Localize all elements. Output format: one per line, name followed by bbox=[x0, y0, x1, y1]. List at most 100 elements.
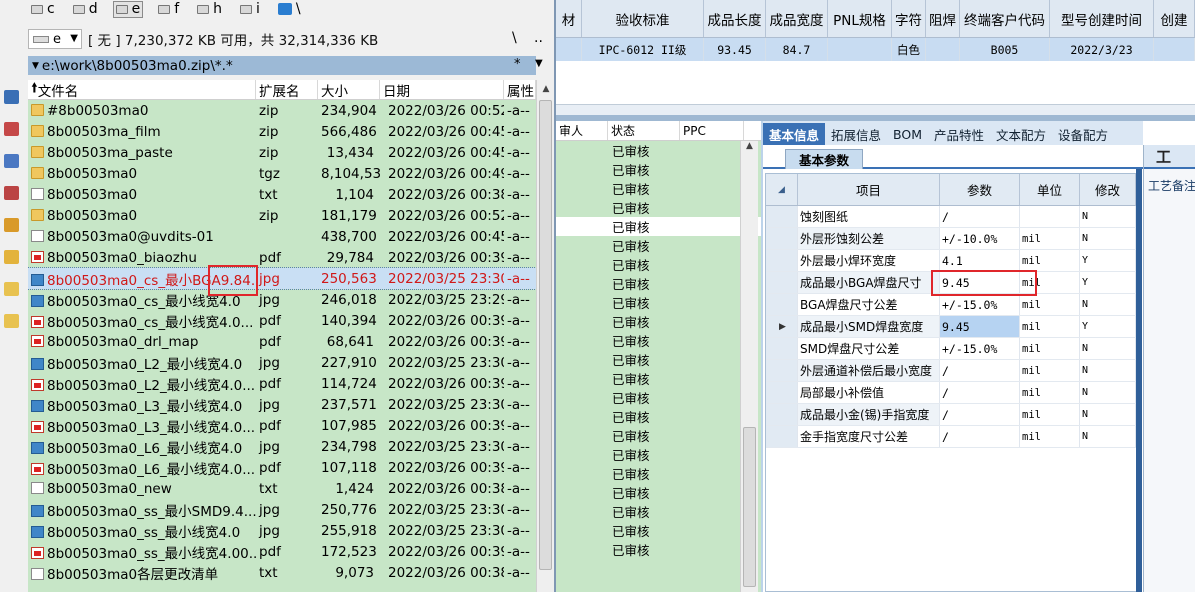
param-modify-flag[interactable]: N bbox=[1080, 228, 1136, 249]
file-row[interactable]: 8b00503ma0 tgz 8,104,538 2022/03/26 00:49-a… bbox=[28, 163, 536, 184]
review-list-scrollbar[interactable]: ▲ bbox=[740, 141, 758, 592]
file-row[interactable]: 8b00503ma_film zip 566,486 2022/03/26 00:45… bbox=[28, 121, 536, 142]
param-modify-flag[interactable]: Y bbox=[1080, 272, 1136, 293]
param-value[interactable]: 4.1 bbox=[940, 250, 1020, 271]
param-value[interactable]: +/-15.0% bbox=[940, 338, 1020, 359]
tab-4[interactable]: 文本配方 bbox=[990, 123, 1052, 145]
drive-button-3[interactable]: f bbox=[155, 1, 182, 18]
tab-2[interactable]: BOM bbox=[887, 123, 928, 145]
list-item[interactable]: 已审核 bbox=[556, 141, 761, 160]
tab-1[interactable]: 拓展信息 bbox=[825, 123, 887, 145]
param-modify-flag[interactable]: N bbox=[1080, 360, 1136, 381]
file-row[interactable]: 8b00503ma0_cs_最小线宽4.0 jpg 246,018 2022/03/2… bbox=[28, 289, 536, 310]
file-row[interactable]: 8b00503ma0_ss_最小线宽4.0 jpg 255,918 2022/03/2… bbox=[28, 520, 536, 541]
file-row[interactable]: 8b00503ma0_L2_最小线宽4.0... pdf 114,724 2022/0… bbox=[28, 373, 536, 394]
file-row[interactable]: 8b00503ma0_cs_最小BGA9.84... jpg 250,563 2022… bbox=[28, 267, 536, 290]
file-row[interactable]: 8b00503ma0_biaozhu pdf 29,784 2022/03/26 00… bbox=[28, 247, 536, 268]
file-row[interactable]: 8b00503ma0_L6_最小线宽4.0 jpg 234,798 2022/03/2… bbox=[28, 436, 536, 457]
param-row[interactable]: 金手指宽度尺寸公差 / mil N bbox=[766, 426, 1136, 448]
param-modify-flag[interactable]: N bbox=[1080, 294, 1136, 315]
param-row[interactable]: 外层形蚀刻公差 +/-10.0% mil N bbox=[766, 228, 1136, 250]
tab-3[interactable]: 产品特性 bbox=[928, 123, 990, 145]
param-modify-flag[interactable]: N bbox=[1080, 404, 1136, 425]
column-header[interactable]: 成品宽度 bbox=[766, 0, 828, 37]
list-item[interactable]: 已审核 bbox=[556, 198, 761, 217]
file-row[interactable]: 8b00503ma0_cs_最小线宽4.0... pdf 140,394 2022/0… bbox=[28, 310, 536, 331]
grid-cell[interactable]: 93.45 bbox=[704, 38, 766, 61]
tab-5[interactable]: 设备配方 bbox=[1052, 123, 1114, 145]
param-row[interactable]: 成品最小金(锡)手指宽度 / mil N bbox=[766, 404, 1136, 426]
column-header[interactable]: PNL规格 bbox=[828, 0, 892, 37]
list-item[interactable]: 已审核 bbox=[556, 388, 761, 407]
param-modify-flag[interactable]: N bbox=[1080, 206, 1136, 227]
list-item[interactable]: 已审核 bbox=[556, 464, 761, 483]
grid-cell[interactable] bbox=[556, 38, 582, 61]
grid-cell[interactable]: 2022/3/23 bbox=[1050, 38, 1154, 61]
tab-basic-params[interactable]: 基本参数 bbox=[785, 149, 863, 169]
list-item[interactable]: 已审核 bbox=[556, 369, 761, 388]
column-header[interactable]: 阻焊 bbox=[926, 0, 960, 37]
row-selector[interactable] bbox=[766, 426, 798, 447]
scroll-up-icon[interactable]: ▲ bbox=[741, 141, 758, 151]
folder-icon[interactable] bbox=[4, 282, 19, 296]
param-value[interactable]: / bbox=[940, 382, 1020, 403]
column-value-header[interactable]: 参数 bbox=[940, 174, 1020, 205]
product-grid-row[interactable]: IPC-6012 II级 93.45 84.7 白色 B005 2022/3/23 bbox=[556, 38, 1195, 61]
column-item-header[interactable]: 项目 bbox=[798, 174, 940, 205]
param-row[interactable]: 蚀刻图纸 / N bbox=[766, 206, 1136, 228]
file-row[interactable]: 8b00503ma_paste zip 13,434 2022/03/26 00:45… bbox=[28, 142, 536, 163]
list-item[interactable]: 已审核 bbox=[556, 160, 761, 179]
find-files-icon[interactable] bbox=[4, 122, 19, 136]
param-modify-flag[interactable]: Y bbox=[1080, 316, 1136, 337]
param-grid-scrollbar[interactable] bbox=[1136, 169, 1142, 592]
file-row[interactable]: 8b00503ma0 zip 181,179 2022/03/26 00:52 -a-- bbox=[28, 205, 536, 226]
history-button[interactable]: * bbox=[514, 57, 521, 72]
drive-button-4[interactable]: h bbox=[194, 1, 225, 18]
side-panel-tab[interactable]: 工 bbox=[1144, 145, 1195, 169]
list-item[interactable]: 已审核 bbox=[556, 426, 761, 445]
copy-icon[interactable] bbox=[4, 154, 19, 168]
grid-cell[interactable]: B005 bbox=[960, 38, 1050, 61]
row-selector[interactable] bbox=[766, 338, 798, 359]
param-value[interactable]: / bbox=[940, 206, 1020, 227]
drive-button-6[interactable]: \ bbox=[275, 1, 304, 18]
file-row[interactable]: 8b00503ma0 txt 1,104 2022/03/26 00:38 -a-- bbox=[28, 184, 536, 205]
drive-select[interactable]: e ▼ bbox=[28, 29, 82, 49]
column-header[interactable]: 材 bbox=[556, 0, 582, 37]
file-row[interactable]: 8b00503ma0_L2_最小线宽4.0 jpg 227,910 2022/03/2… bbox=[28, 352, 536, 373]
scrollbar-thumb[interactable] bbox=[539, 100, 552, 570]
scroll-up-icon[interactable]: ▲ bbox=[537, 80, 555, 98]
file-row[interactable]: 8b00503ma0@uvdits-01 438,700 2022/03/26 00… bbox=[28, 226, 536, 247]
row-selector[interactable] bbox=[766, 228, 798, 249]
param-value[interactable]: +/-10.0% bbox=[940, 228, 1020, 249]
file-row[interactable]: 8b00503ma0_L3_最小线宽4.0 jpg 237,571 2022/03/2… bbox=[28, 394, 536, 415]
grid-cell[interactable]: 84.7 bbox=[766, 38, 828, 61]
grid-cell[interactable]: IPC-6012 II级 bbox=[582, 38, 704, 61]
param-row[interactable]: ▶ 成品最小SMD焊盘宽度 9.45 mil Y bbox=[766, 316, 1136, 338]
list-item[interactable]: 已审核 bbox=[556, 236, 761, 255]
column-header[interactable]: 终端客户代码 bbox=[960, 0, 1050, 37]
column-reviewer-header[interactable]: 审人 bbox=[556, 121, 608, 140]
tab-0[interactable]: 基本信息 bbox=[763, 123, 826, 145]
list-item[interactable]: 已审核 bbox=[556, 255, 761, 274]
list-item[interactable]: 已审核 bbox=[556, 445, 761, 464]
search-icon[interactable] bbox=[4, 90, 19, 104]
file-row[interactable]: #8b00503ma0 zip 234,904 2022/03/26 00:52 -a-… bbox=[28, 100, 536, 121]
grid-cell[interactable] bbox=[828, 38, 892, 61]
row-selector[interactable] bbox=[766, 250, 798, 271]
column-header[interactable]: 验收标准 bbox=[582, 0, 704, 37]
list-item[interactable]: 已审核 bbox=[556, 179, 761, 198]
new-folder-icon[interactable] bbox=[4, 250, 19, 264]
list-item[interactable]: 已审核 bbox=[556, 331, 761, 350]
column-header[interactable]: 成品长度 bbox=[704, 0, 766, 37]
column-name-header[interactable]: 🠙 文件名 bbox=[28, 80, 256, 100]
param-row[interactable]: 外层通道补偿后最小宽度 / mil N bbox=[766, 360, 1136, 382]
file-row[interactable]: 8b00503ma0_L3_最小线宽4.0... pdf 107,985 2022/0… bbox=[28, 415, 536, 436]
row-selector[interactable]: ▶ bbox=[766, 316, 798, 337]
param-modify-flag[interactable]: Y bbox=[1080, 250, 1136, 271]
list-item[interactable]: 已审核 bbox=[556, 350, 761, 369]
param-row[interactable]: BGA焊盘尺寸公差 +/-15.0% mil N bbox=[766, 294, 1136, 316]
list-item[interactable]: 已审核 bbox=[556, 483, 761, 502]
param-modify-flag[interactable]: N bbox=[1080, 338, 1136, 359]
drive-button-2[interactable]: e bbox=[112, 0, 144, 18]
